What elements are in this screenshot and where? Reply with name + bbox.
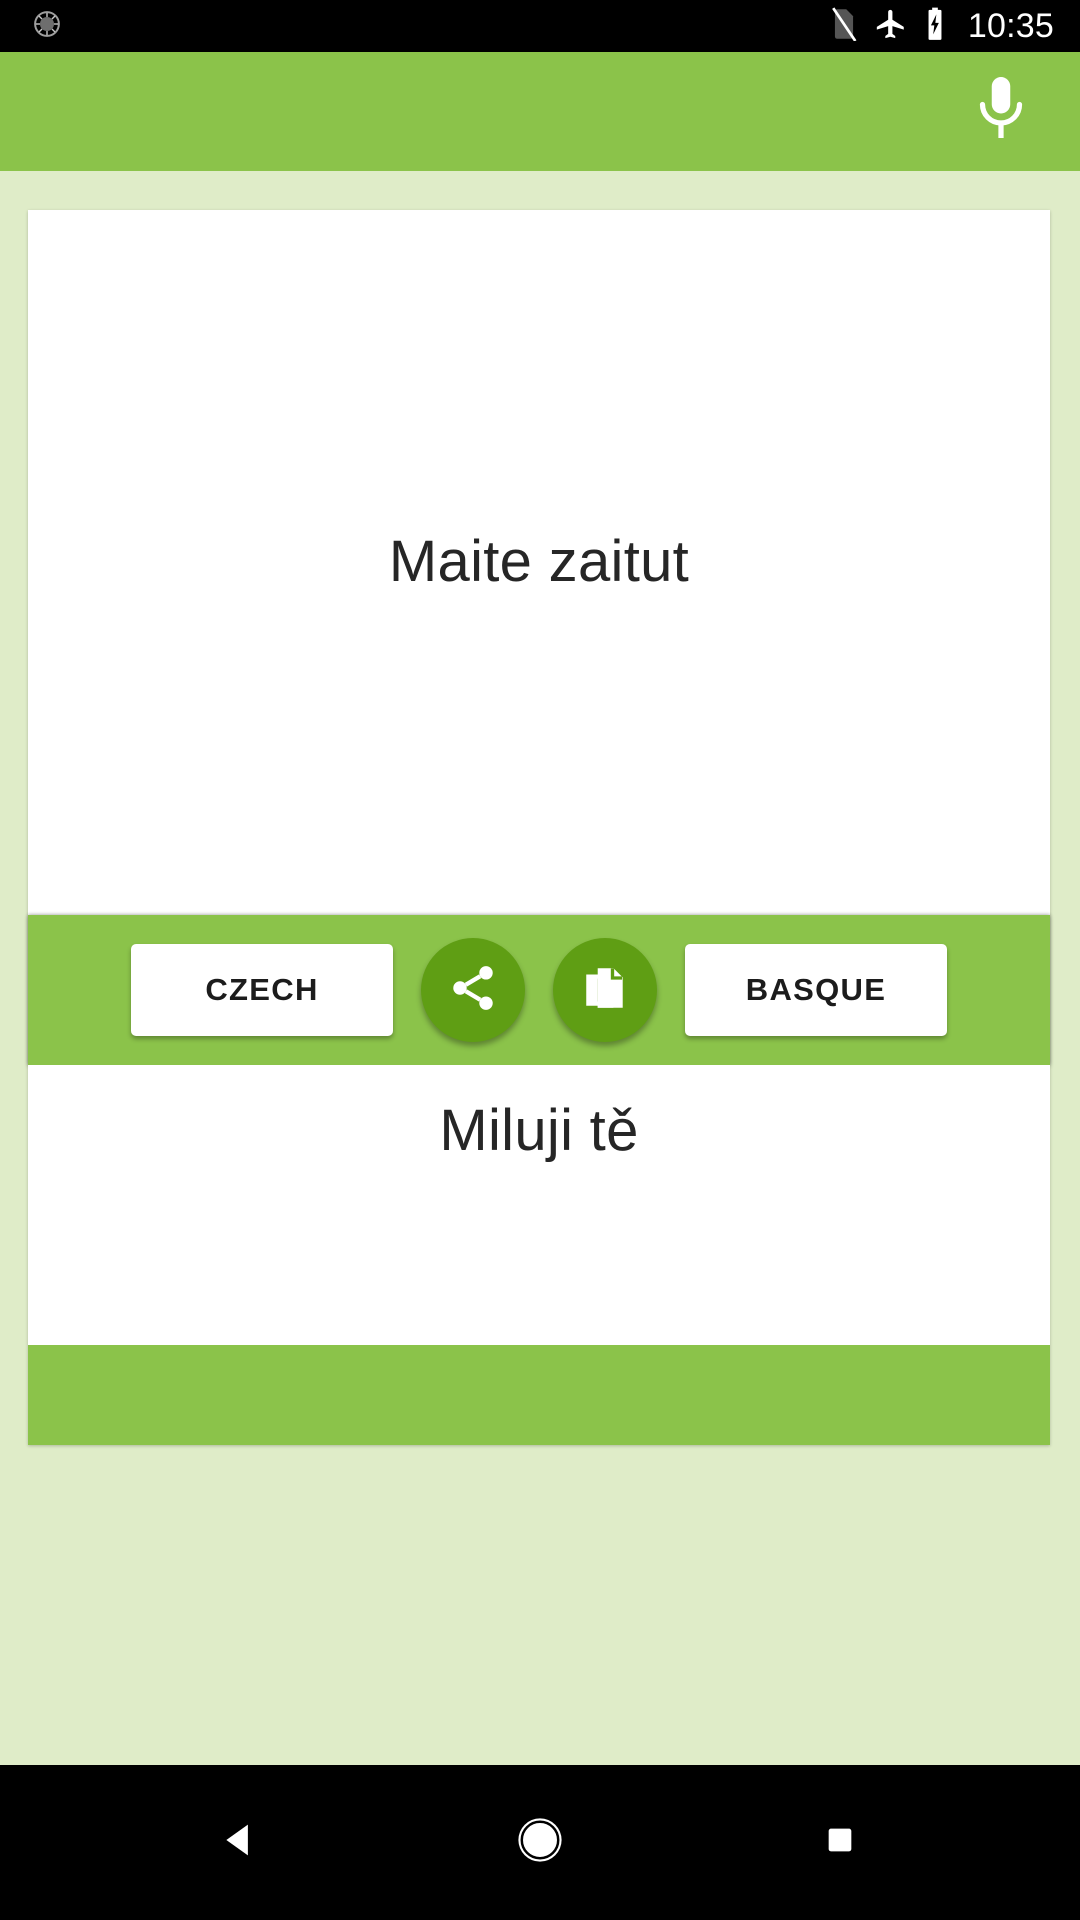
copy-icon — [580, 963, 630, 1018]
translation-control-bar: CZECH BASQUE — [28, 915, 1050, 1065]
no-sim-icon — [830, 6, 858, 46]
recents-button[interactable] — [780, 1793, 900, 1893]
target-language-label: BASQUE — [745, 972, 887, 1007]
translation-card: Maite zaitut CZECH BASQUE Miluji tě — [28, 210, 1050, 1445]
microphone-button[interactable] — [956, 67, 1046, 157]
home-circle-icon — [513, 1813, 567, 1872]
app-screen: 10:35 Maite zaitut CZECH BASQUE Miluji t… — [0, 0, 1080, 1920]
status-bar-system-icons: 10:35 — [830, 6, 1054, 46]
airplane-mode-icon — [874, 7, 908, 46]
share-icon — [447, 962, 499, 1019]
android-navigation-bar — [0, 1765, 1080, 1920]
source-text: Maite zaitut — [388, 529, 690, 595]
card-footer-bar — [28, 1345, 1050, 1445]
status-bar-notifications — [32, 9, 62, 44]
home-button[interactable] — [480, 1793, 600, 1893]
source-language-button[interactable]: CZECH — [131, 944, 393, 1036]
source-language-label: CZECH — [205, 972, 319, 1007]
recents-square-icon — [820, 1820, 860, 1865]
back-button[interactable] — [180, 1793, 300, 1893]
status-bar: 10:35 — [0, 0, 1080, 52]
status-bar-clock: 10:35 — [967, 7, 1054, 45]
microphone-icon — [971, 73, 1031, 150]
share-button[interactable] — [421, 938, 525, 1042]
target-text-panel[interactable]: Miluji tě — [28, 1065, 1050, 1305]
target-panel-filler — [28, 1305, 1050, 1345]
app-toolbar — [0, 52, 1080, 171]
back-triangle-icon — [219, 1819, 261, 1866]
target-text: Miluji tě — [439, 1098, 639, 1163]
target-language-button[interactable]: BASQUE — [685, 944, 947, 1036]
brightness-notification-icon — [32, 9, 62, 44]
battery-charging-icon — [924, 7, 946, 46]
copy-button[interactable] — [553, 938, 657, 1042]
source-text-panel[interactable]: Maite zaitut — [28, 210, 1050, 915]
